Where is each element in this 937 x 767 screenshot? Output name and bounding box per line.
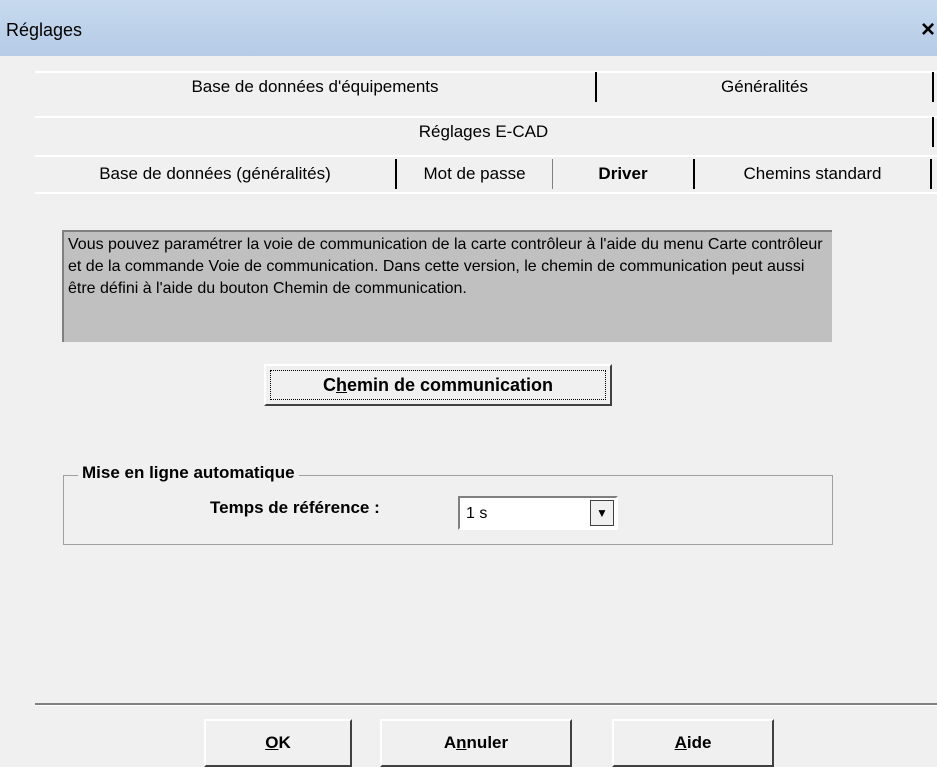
ok-rest: K (278, 733, 291, 752)
tab-general[interactable]: Généralités (597, 72, 934, 102)
ok-hotkey: O (265, 733, 279, 752)
reference-time-value: 1 s (466, 505, 488, 522)
tab-row-border (35, 155, 937, 157)
footer-separator (35, 703, 937, 706)
cancel-rest: nuler (466, 733, 509, 752)
help-button[interactable]: Aide (612, 719, 774, 767)
cancel-prefix: A (443, 733, 457, 752)
tab-driver[interactable]: Driver (553, 159, 695, 189)
reference-time-select[interactable]: 1 s ▼ (458, 496, 618, 530)
cancel-button[interactable]: An nuler (380, 719, 572, 767)
focus-rectangle (270, 370, 606, 400)
tab-standard-paths[interactable]: Chemins standard (695, 159, 932, 189)
ok-button[interactable]: OK (204, 719, 352, 767)
cancel-hotkey: n (456, 733, 467, 752)
window-title: Réglages (6, 20, 83, 40)
tab-ecad-settings[interactable]: Réglages E-CAD (35, 117, 934, 147)
tab-password[interactable]: Mot de passe (397, 159, 553, 189)
auto-online-legend: Mise en ligne automatique (78, 463, 299, 483)
communication-path-button[interactable]: Ch emin de communication (264, 364, 612, 406)
help-rest: ide (686, 733, 712, 752)
auto-online-group (63, 475, 833, 545)
chevron-down-icon[interactable]: ▼ (590, 500, 614, 526)
reference-time-label: Temps de référence : (210, 498, 380, 517)
tab-equipment-db[interactable]: Base de données d'équipements (35, 72, 597, 102)
info-message: Vous pouvez paramétrer la voie de commun… (62, 230, 832, 342)
tab-db-general[interactable]: Base de données (généralités) (35, 159, 397, 189)
close-icon[interactable]: × (921, 16, 935, 44)
title-bar: Réglages × (0, 0, 937, 56)
help-hotkey: A (674, 733, 687, 752)
